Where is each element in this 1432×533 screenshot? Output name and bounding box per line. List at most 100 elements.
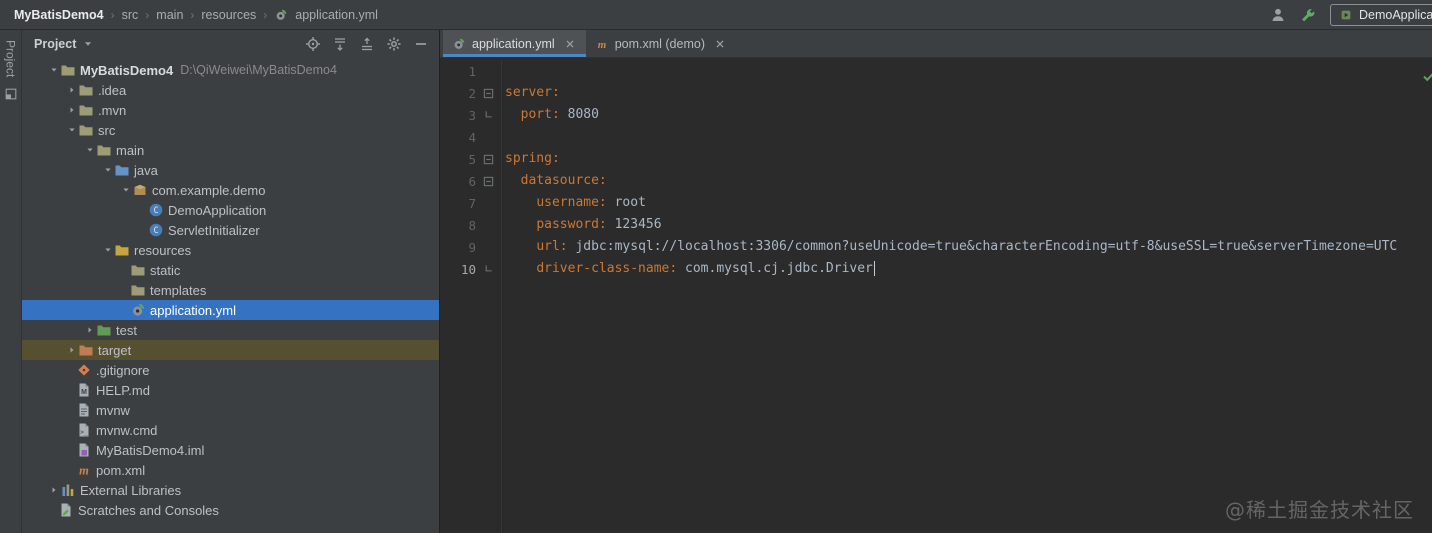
tree-item-main[interactable]: main xyxy=(22,140,439,160)
gutter-line[interactable]: 8 xyxy=(440,214,501,236)
chevron-down-icon[interactable] xyxy=(66,124,78,136)
fold-end-marker-icon xyxy=(483,110,494,121)
editor-tabbar: application.yml m pom.xml (demo) xyxy=(440,30,1432,58)
gutter-line[interactable]: 6 xyxy=(440,170,501,192)
gutter-line[interactable]: 9 xyxy=(440,236,501,258)
tree-item-src[interactable]: src xyxy=(22,120,439,140)
tree-item-label: DemoApplication xyxy=(168,202,267,218)
gutter-line[interactable]: 5 xyxy=(440,148,501,170)
tree-item-gitignore[interactable]: .gitignore xyxy=(22,360,439,380)
fold-marker-icon[interactable] xyxy=(483,176,494,187)
locate-file-icon[interactable] xyxy=(305,36,321,52)
chevron-down-icon[interactable] xyxy=(120,184,132,196)
inspections-ok-icon[interactable] xyxy=(1421,68,1432,84)
code-line[interactable]: username: root xyxy=(505,192,1432,214)
chevron-down-icon[interactable] xyxy=(102,164,114,176)
tree-item-static[interactable]: static xyxy=(22,260,439,280)
folder-icon xyxy=(78,82,94,98)
project-panel-header: Project xyxy=(22,30,439,58)
code-area[interactable]: server: port: 8080 spring: datasource: us… xyxy=(502,60,1432,533)
tree-item-label: pom.xml xyxy=(96,462,146,478)
line-number: 2 xyxy=(468,85,476,101)
tree-item-resources[interactable]: resources xyxy=(22,240,439,260)
tree-item-label: target xyxy=(98,342,132,358)
chevron-right-icon[interactable] xyxy=(66,344,78,356)
code-line[interactable] xyxy=(505,126,1432,148)
line-number: 5 xyxy=(468,151,476,167)
tree-item-idea[interactable]: .idea xyxy=(22,80,439,100)
editor-tab-application-yml[interactable]: application.yml xyxy=(443,30,586,57)
gutter-line[interactable]: 7 xyxy=(440,192,501,214)
tree-item-label: application.yml xyxy=(150,302,236,318)
close-icon[interactable] xyxy=(713,37,727,51)
cmd-file-icon: >_ xyxy=(76,422,92,438)
tree-item-templates[interactable]: templates xyxy=(22,280,439,300)
breadcrumb-item-mybatisdemo4[interactable]: MyBatisDemo4 xyxy=(14,8,104,22)
code-line[interactable]: spring: xyxy=(505,148,1432,170)
chevron-right-icon[interactable] xyxy=(84,324,96,336)
user-icon[interactable] xyxy=(1270,7,1286,23)
scratches-icon xyxy=(58,502,74,518)
chevron-down-icon[interactable] xyxy=(81,37,95,51)
gutter-line[interactable]: 2 xyxy=(440,82,501,104)
gutter-line[interactable]: 10 xyxy=(440,258,501,280)
fold-marker-icon[interactable] xyxy=(483,154,494,165)
code-line[interactable]: driver-class-name: com.mysql.cj.jdbc.Dri… xyxy=(505,258,1432,280)
tree-item-scratches-and-consoles[interactable]: Scratches and Consoles xyxy=(22,500,439,520)
hide-panel-icon[interactable] xyxy=(413,36,429,52)
code-line[interactable]: datasource: xyxy=(505,170,1432,192)
code-line[interactable]: server: xyxy=(505,82,1432,104)
tree-item-help-md[interactable]: M HELP.md xyxy=(22,380,439,400)
breadcrumb-item-src[interactable]: src xyxy=(122,8,139,22)
fold-marker-icon[interactable] xyxy=(483,88,494,99)
wrench-icon[interactable] xyxy=(1300,7,1316,23)
git-icon xyxy=(76,362,92,378)
tree-item-com-example-demo[interactable]: com.example.demo xyxy=(22,180,439,200)
chevron-down-icon[interactable] xyxy=(102,244,114,256)
tree-item-target[interactable]: target xyxy=(22,340,439,360)
chevron-right-icon[interactable] xyxy=(48,484,60,496)
line-number: 4 xyxy=(468,129,476,145)
gutter-line[interactable]: 1 xyxy=(440,60,501,82)
tree-item-mybatisdemo4[interactable]: MyBatisDemo4 D:\QiWeiwei\MyBatisDemo4 xyxy=(22,60,439,80)
tree-item-label: mvnw.cmd xyxy=(96,422,158,438)
close-icon[interactable] xyxy=(563,37,577,51)
code-line[interactable]: port: 8080 xyxy=(505,104,1432,126)
tree-item-test[interactable]: test xyxy=(22,320,439,340)
tree-item-mybatisdemo4-iml[interactable]: MyBatisDemo4.iml xyxy=(22,440,439,460)
gutter-line[interactable]: 3 xyxy=(440,104,501,126)
editor-gutter[interactable]: 1 2 3 4 5 6 7 8 9 10 xyxy=(440,60,502,533)
tree-item-application-yml[interactable]: application.yml xyxy=(22,300,439,320)
tree-item-java[interactable]: java xyxy=(22,160,439,180)
tree-item-label: .gitignore xyxy=(96,362,150,378)
gutter-line[interactable]: 4 xyxy=(440,126,501,148)
editor-tab-pom-xml-demo[interactable]: m pom.xml (demo) xyxy=(586,30,736,57)
tree-item-servletinitializer[interactable]: C ServletInitializer xyxy=(22,220,439,240)
tree-item-mvnw-cmd[interactable]: >_ mvnw.cmd xyxy=(22,420,439,440)
chevron-right-icon[interactable] xyxy=(66,84,78,96)
code-line[interactable]: password: 123456 xyxy=(505,214,1432,236)
project-panel-title[interactable]: Project xyxy=(34,37,76,51)
tree-item-mvnw[interactable]: mvnw xyxy=(22,400,439,420)
breadcrumb-item-resources[interactable]: resources xyxy=(201,8,256,22)
code-line[interactable]: url: jdbc:mysql://localhost:3306/common?… xyxy=(505,236,1432,258)
tree-item-external-libraries[interactable]: External Libraries xyxy=(22,480,439,500)
collapse-all-icon[interactable] xyxy=(359,36,375,52)
chevron-down-icon[interactable] xyxy=(84,144,96,156)
left-toolwindow-stripe: Project xyxy=(0,30,22,533)
code-line[interactable] xyxy=(505,60,1432,82)
toolwindow-icon[interactable] xyxy=(4,87,18,101)
expand-all-icon[interactable] xyxy=(332,36,348,52)
iml-file-icon xyxy=(76,442,92,458)
settings-gear-icon[interactable] xyxy=(386,36,402,52)
breadcrumb-item-main[interactable]: main xyxy=(156,8,183,22)
tree-item-pom-xml[interactable]: m pom.xml xyxy=(22,460,439,480)
project-stripe-button[interactable]: Project xyxy=(4,40,18,77)
run-configuration-select[interactable]: DemoApplica xyxy=(1330,4,1432,26)
chevron-right-icon[interactable] xyxy=(66,104,78,116)
tree-item-mvn[interactable]: .mvn xyxy=(22,100,439,120)
line-number: 1 xyxy=(468,63,476,79)
chevron-down-icon[interactable] xyxy=(48,64,60,76)
tree-item-demoapplication[interactable]: C DemoApplication xyxy=(22,200,439,220)
breadcrumb-item-application-yml[interactable]: application.yml xyxy=(295,8,378,22)
